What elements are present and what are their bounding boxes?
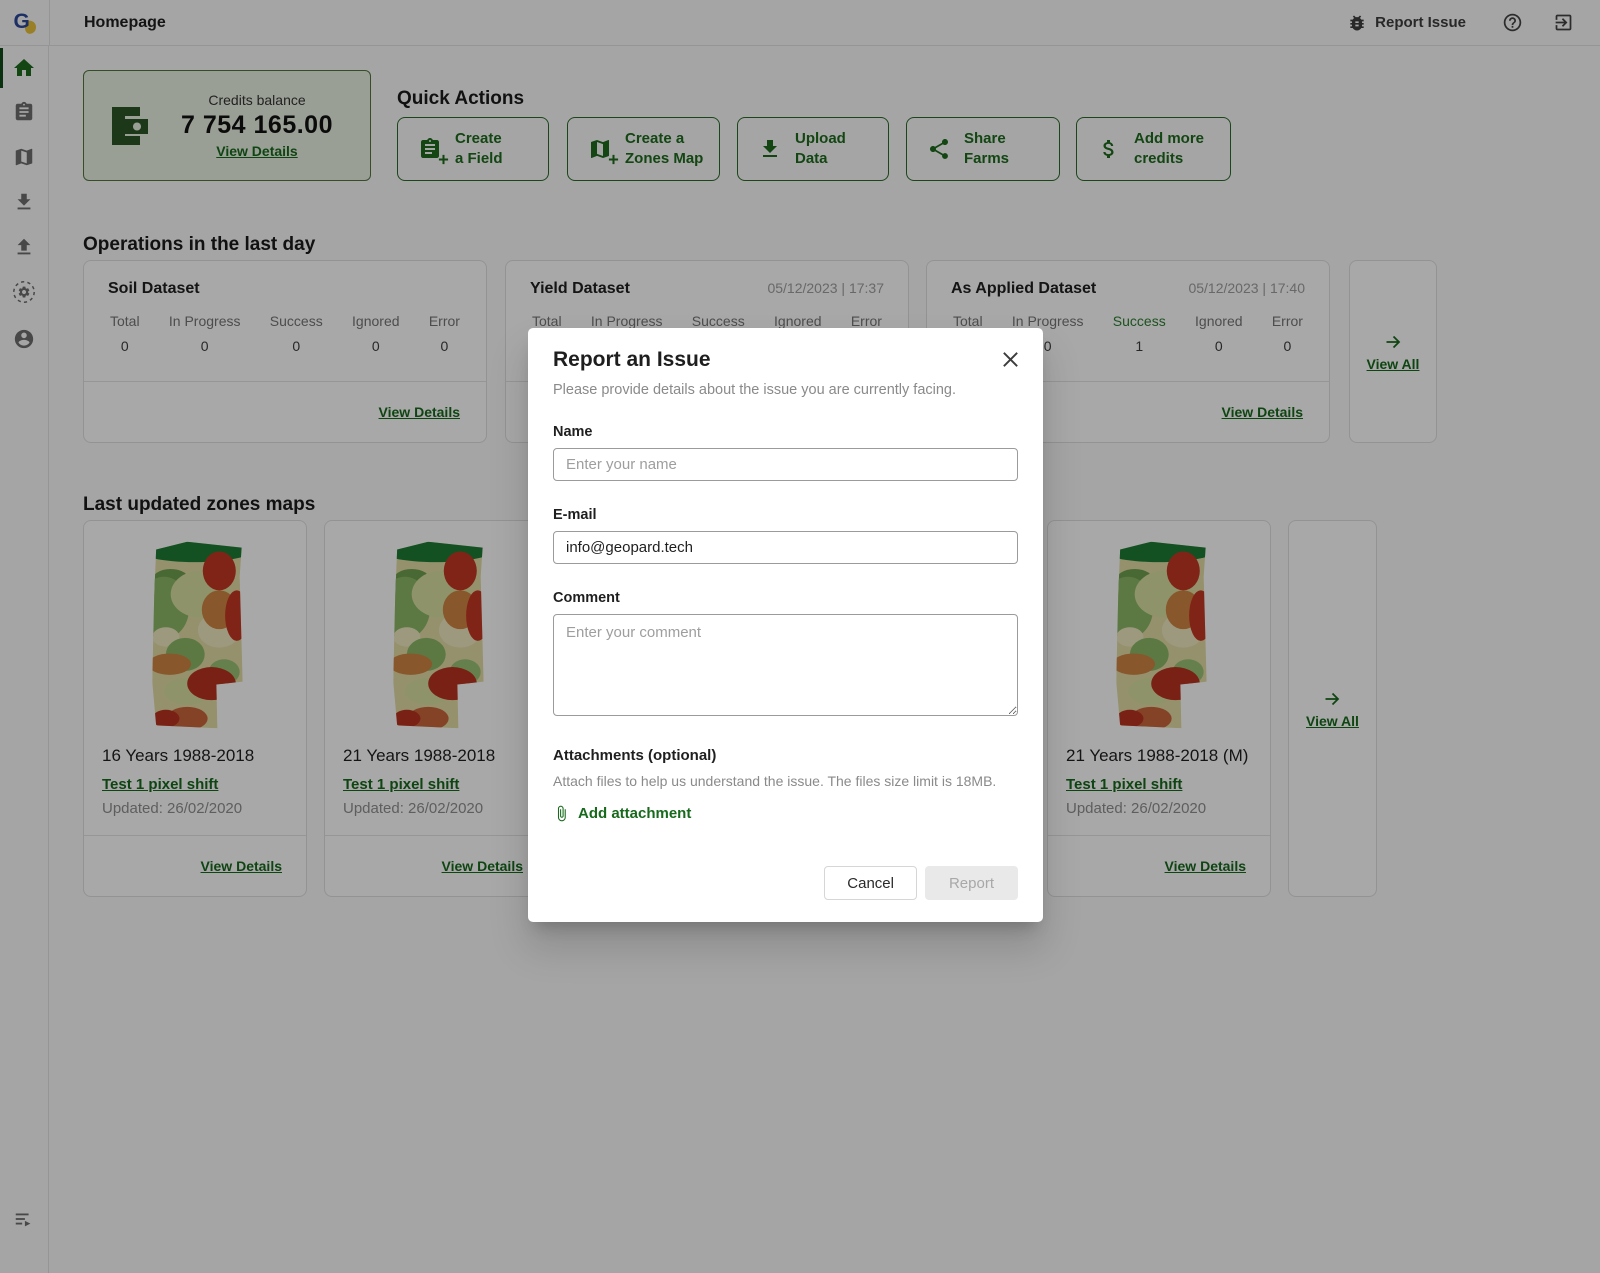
email-input[interactable]	[553, 531, 1018, 564]
email-label: E-mail	[553, 507, 1018, 523]
report-issue-modal: Report an Issue Please provide details a…	[528, 328, 1043, 922]
geopard-app: G Homepage Report Issue	[0, 0, 1600, 1273]
name-input[interactable]	[553, 448, 1018, 481]
modal-title: Report an Issue	[553, 348, 1018, 372]
add-attachment-button[interactable]: Add attachment	[553, 804, 691, 823]
name-label: Name	[553, 424, 1018, 440]
paperclip-icon	[553, 804, 570, 823]
report-button[interactable]: Report	[925, 866, 1018, 900]
attachments-hint: Attach files to help us understand the i…	[553, 773, 1018, 789]
attachments-title: Attachments (optional)	[553, 747, 1018, 764]
close-button[interactable]	[999, 348, 1022, 371]
comment-label: Comment	[553, 590, 1018, 606]
close-icon	[1001, 350, 1020, 369]
cancel-button[interactable]: Cancel	[824, 866, 917, 900]
comment-textarea[interactable]	[553, 614, 1018, 716]
modal-subtitle: Please provide details about the issue y…	[553, 382, 1018, 398]
add-attachment-label: Add attachment	[578, 805, 691, 822]
